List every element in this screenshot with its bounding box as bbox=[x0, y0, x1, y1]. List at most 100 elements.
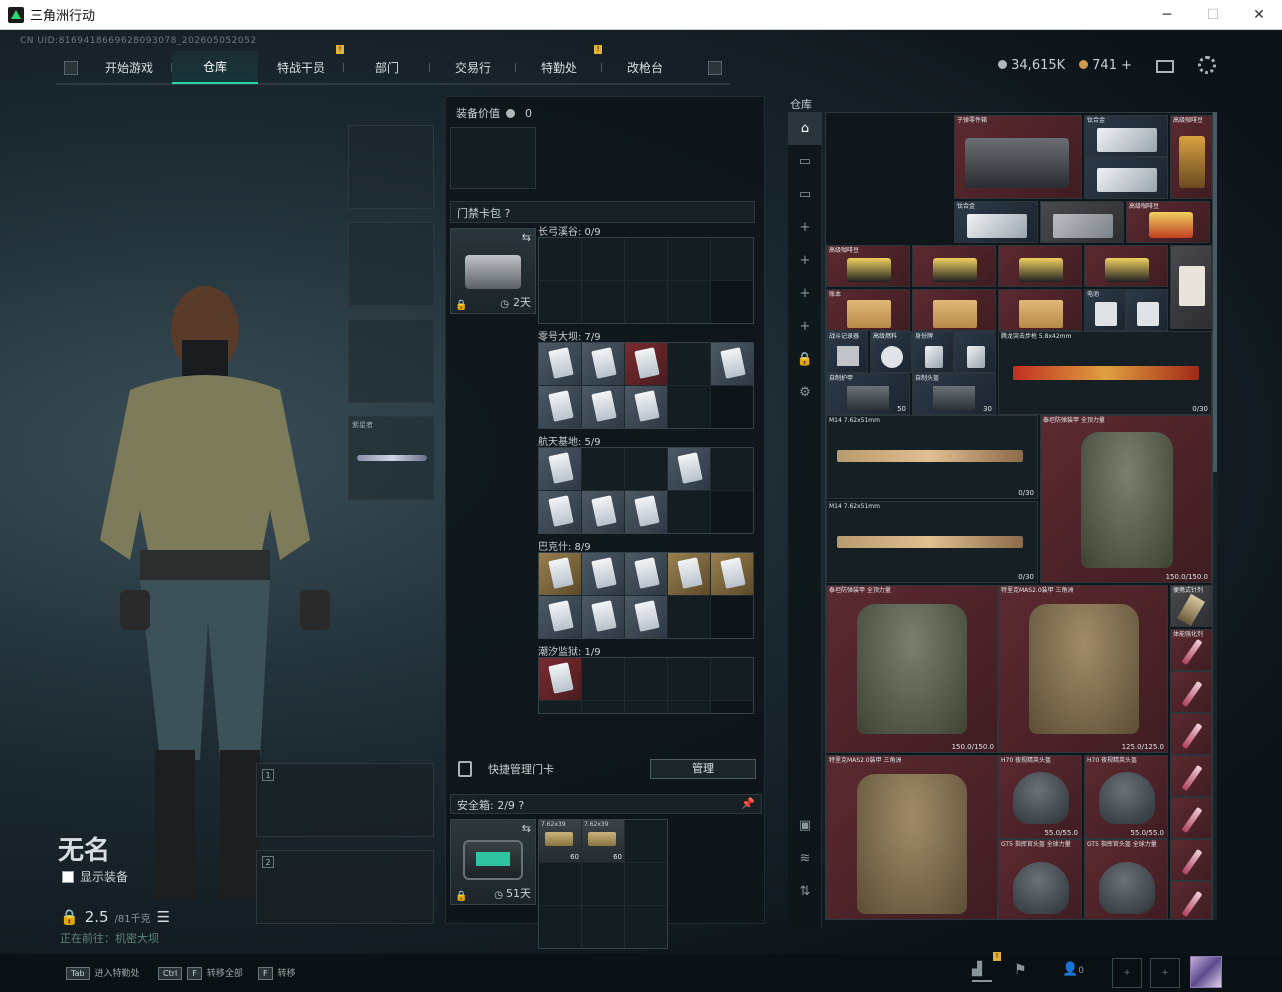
transfer-icon[interactable]: ⇅ bbox=[788, 875, 822, 908]
keycard-cell[interactable] bbox=[711, 343, 753, 385]
stash-item-m14[interactable]: M14 7.62x51mm 0/30 bbox=[826, 501, 1038, 583]
stash-item-m14[interactable]: M14 7.62x51mm 0/30 bbox=[826, 415, 1038, 499]
keycard-cell[interactable] bbox=[625, 448, 667, 490]
keycard-cell[interactable] bbox=[582, 553, 624, 595]
keycard-cell[interactable] bbox=[539, 701, 581, 713]
pistol-slot[interactable] bbox=[348, 319, 434, 403]
stash-item-h70[interactable]: H70 夜视精英头盔 55.0/55.0 bbox=[1084, 755, 1168, 839]
layers-icon[interactable]: ≋ bbox=[788, 842, 822, 875]
maximize-button[interactable]: ☐ bbox=[1190, 0, 1236, 30]
hint-transfer-all[interactable]: Ctrl F 转移全部 bbox=[158, 966, 243, 980]
stash-item-fuel[interactable]: 高级燃料 bbox=[870, 331, 912, 373]
add-page-icon[interactable]: + bbox=[788, 277, 822, 310]
stash-item-box[interactable] bbox=[1170, 245, 1212, 329]
stash-item-syringe[interactable] bbox=[1170, 881, 1212, 919]
keycard-cell[interactable] bbox=[582, 386, 624, 428]
stash-item-vest-mas2[interactable]: 特里克MAS2.0装甲 三角洲 bbox=[826, 755, 998, 919]
stats-icon[interactable]: ▟ bbox=[972, 962, 992, 982]
tab-department[interactable]: 部门 bbox=[344, 51, 430, 84]
stash-item-alloy[interactable]: 钛合金 bbox=[1084, 115, 1168, 157]
safe-cell[interactable] bbox=[625, 906, 667, 948]
keycard-cell[interactable] bbox=[668, 596, 710, 638]
add-page-icon[interactable]: + bbox=[788, 211, 822, 244]
stash-item-syringe[interactable] bbox=[1170, 671, 1212, 713]
add-friend-slot[interactable]: + bbox=[1150, 958, 1180, 988]
keycard-cell[interactable] bbox=[625, 701, 667, 713]
list-icon[interactable]: ☰ bbox=[157, 908, 170, 926]
keycard-cell[interactable] bbox=[539, 238, 581, 280]
safe-box-container[interactable]: ⇆ 🔒 ◷ 51天 bbox=[450, 819, 536, 905]
keycard-cell[interactable] bbox=[539, 658, 581, 700]
stash-item-battery[interactable]: 电池 bbox=[1084, 289, 1126, 331]
primary-weapon-slot-1[interactable]: 1 bbox=[256, 763, 434, 837]
keycard-cell[interactable] bbox=[582, 596, 624, 638]
stash-item-rifle-ak[interactable]: 腾龙突击步枪 5.8x42mm 0/30 bbox=[998, 331, 1212, 415]
nav-left-key-icon[interactable] bbox=[64, 60, 78, 75]
safe-cell[interactable] bbox=[582, 906, 624, 948]
stash-item-coffee[interactable]: 高级咖啡豆 bbox=[1126, 201, 1210, 243]
keycard-cell[interactable] bbox=[668, 343, 710, 385]
stash-scrollbar[interactable] bbox=[1213, 112, 1217, 920]
stash-item-gt5[interactable]: GT5 指挥官头盔 全球力量 bbox=[998, 839, 1082, 919]
add-page-icon[interactable]: + bbox=[788, 244, 822, 277]
manage-button[interactable]: 管理 bbox=[650, 759, 756, 779]
silver-currency[interactable]: 34,615K bbox=[998, 58, 1065, 73]
hint-transfer[interactable]: F 转移 bbox=[258, 966, 296, 980]
nav-right-key-icon[interactable] bbox=[708, 60, 722, 75]
stash-item-component[interactable]: 高级咖啡豆 bbox=[826, 245, 910, 287]
stash-item-component[interactable] bbox=[998, 245, 1082, 287]
tab-gunsmith[interactable]: 改枪台 bbox=[602, 51, 688, 84]
sort-icon[interactable]: ▣ bbox=[788, 809, 822, 842]
keycard-cell[interactable] bbox=[582, 491, 624, 533]
keycard-case[interactable]: ⇆ 🔒 ◷ 2天 bbox=[450, 228, 536, 314]
stash-item-syringe[interactable] bbox=[1170, 839, 1212, 881]
settings-gear-icon[interactable] bbox=[1198, 56, 1216, 74]
stash-item-gt5[interactable]: GT5 指挥官头盔 全球力量 bbox=[1084, 839, 1168, 919]
stash-item-coffee[interactable]: 高级咖啡豆 bbox=[1170, 115, 1212, 199]
tab-market[interactable]: 交易行 bbox=[430, 51, 516, 84]
tab-operators[interactable]: 特战干员! bbox=[258, 45, 344, 84]
keycard-cell[interactable] bbox=[539, 281, 581, 323]
keycard-cell[interactable] bbox=[711, 448, 753, 490]
stash-item-battery[interactable] bbox=[1126, 289, 1168, 331]
close-button[interactable]: ✕ bbox=[1236, 0, 1282, 30]
keycard-cell[interactable] bbox=[539, 386, 581, 428]
stash-item-component[interactable] bbox=[912, 245, 996, 287]
stash-item-ledger[interactable] bbox=[912, 289, 996, 331]
stash-item-vest-titan[interactable]: 泰坦防弹装甲 全顶力量 150.0/150.0 bbox=[826, 585, 998, 753]
keycard-cell[interactable] bbox=[625, 658, 667, 700]
help-icon[interactable]: ? bbox=[505, 207, 511, 220]
stash-item-ledger[interactable]: 账本 bbox=[826, 289, 910, 331]
show-equipment-toggle[interactable]: 显示装备 bbox=[62, 868, 128, 885]
keycard-cell[interactable] bbox=[582, 658, 624, 700]
keycard-cell[interactable] bbox=[668, 238, 710, 280]
melee-slot[interactable]: 紫星者 bbox=[348, 416, 434, 500]
ammo-item[interactable]: 7.62x39 60 bbox=[582, 820, 624, 862]
help-icon[interactable]: ? bbox=[518, 799, 524, 812]
keycard-cell[interactable] bbox=[582, 343, 624, 385]
checkbox[interactable] bbox=[62, 870, 74, 883]
keycard-cell[interactable] bbox=[625, 238, 667, 280]
keycard-cell[interactable] bbox=[625, 281, 667, 323]
stash-item-component[interactable] bbox=[1084, 245, 1168, 287]
keycard-cell[interactable] bbox=[625, 386, 667, 428]
keycard-cell[interactable] bbox=[668, 658, 710, 700]
stash-item-armor[interactable]: 自制护甲 50 bbox=[826, 373, 910, 415]
keycard-cell[interactable] bbox=[668, 448, 710, 490]
keycard-cell[interactable] bbox=[539, 491, 581, 533]
stash-item-medkit[interactable]: 便携式针剂 bbox=[1170, 585, 1212, 627]
tab-warehouse[interactable]: 仓库 bbox=[172, 51, 258, 84]
keycard-cell[interactable] bbox=[582, 448, 624, 490]
add-page-icon[interactable]: + bbox=[788, 310, 822, 343]
stash-page-2-icon[interactable]: ▭ bbox=[788, 178, 822, 211]
stash-item-syringe[interactable] bbox=[1170, 797, 1212, 839]
keycard-cell[interactable] bbox=[711, 553, 753, 595]
stash-item-syringe[interactable]: 体能强化剂 bbox=[1170, 629, 1212, 671]
keycard-cell[interactable] bbox=[625, 491, 667, 533]
keycard-cell[interactable] bbox=[668, 491, 710, 533]
stash-item-recorder[interactable]: 战斗记录器 bbox=[826, 331, 868, 373]
keycard-cell[interactable] bbox=[582, 281, 624, 323]
stash-item-tag[interactable] bbox=[954, 331, 996, 373]
settings-icon[interactable]: ⚙ bbox=[788, 376, 822, 409]
tab-special-ops[interactable]: 特勤处! bbox=[516, 45, 602, 84]
